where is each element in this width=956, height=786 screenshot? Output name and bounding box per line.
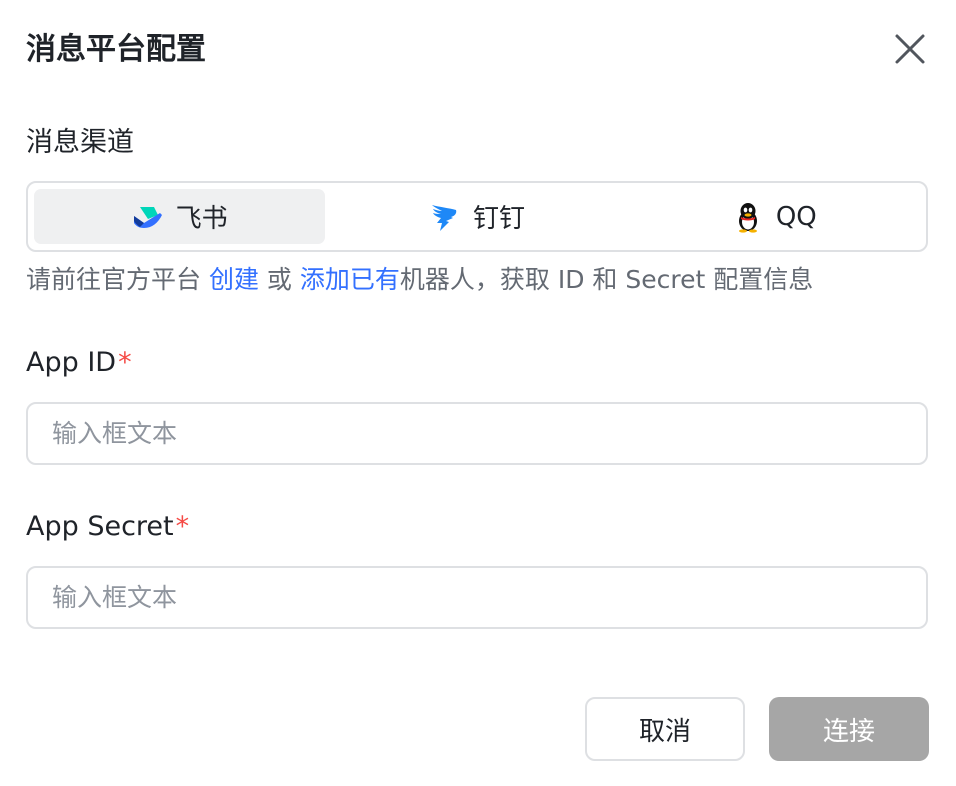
app-id-label-text: App ID xyxy=(26,347,117,378)
feishu-icon xyxy=(132,201,164,233)
setup-hint: 请前往官方平台 创建 或 添加已有机器人，获取 ID 和 Secret 配置信息 xyxy=(26,261,813,299)
hint-text: 机器人，获取 ID 和 Secret 配置信息 xyxy=(399,265,814,294)
channel-option-feishu[interactable]: 飞书 xyxy=(34,189,326,244)
channel-option-qq[interactable]: QQ xyxy=(629,189,920,244)
dialog-title: 消息平台配置 xyxy=(26,32,206,67)
app-secret-label: App Secret* xyxy=(26,508,189,546)
dingtalk-icon xyxy=(429,201,461,233)
required-mark: * xyxy=(175,511,190,542)
channel-segmented-control: 飞书 钉钉 QQ xyxy=(26,181,928,252)
dialog-header: 消息平台配置 xyxy=(26,28,929,72)
app-id-input[interactable] xyxy=(26,402,928,465)
channel-option-dingtalk[interactable]: 钉钉 xyxy=(331,189,622,244)
connect-button[interactable]: 连接 xyxy=(769,697,929,761)
hint-text: 请前往官方平台 xyxy=(26,265,209,294)
cancel-button[interactable]: 取消 xyxy=(585,697,745,761)
app-id-label: App ID* xyxy=(26,344,132,382)
app-secret-input[interactable] xyxy=(26,566,928,629)
app-secret-label-text: App Secret xyxy=(26,511,174,542)
close-icon xyxy=(895,34,925,64)
required-mark: * xyxy=(118,347,132,378)
hint-text: 或 xyxy=(258,265,300,294)
qq-icon xyxy=(732,201,764,233)
create-link[interactable]: 创建 xyxy=(209,265,259,294)
close-button[interactable] xyxy=(893,32,927,66)
channel-option-label: QQ xyxy=(775,201,817,232)
channel-option-label: 钉钉 xyxy=(472,204,525,234)
add-existing-link[interactable]: 添加已有 xyxy=(300,265,400,294)
message-platform-config-dialog: 消息平台配置 消息渠道 飞书 钉钉 QQ 请前往官方平台 创建 或 添加已有机器… xyxy=(0,0,956,786)
channel-label: 消息渠道 xyxy=(26,127,134,158)
channel-option-label: 飞书 xyxy=(175,204,228,234)
